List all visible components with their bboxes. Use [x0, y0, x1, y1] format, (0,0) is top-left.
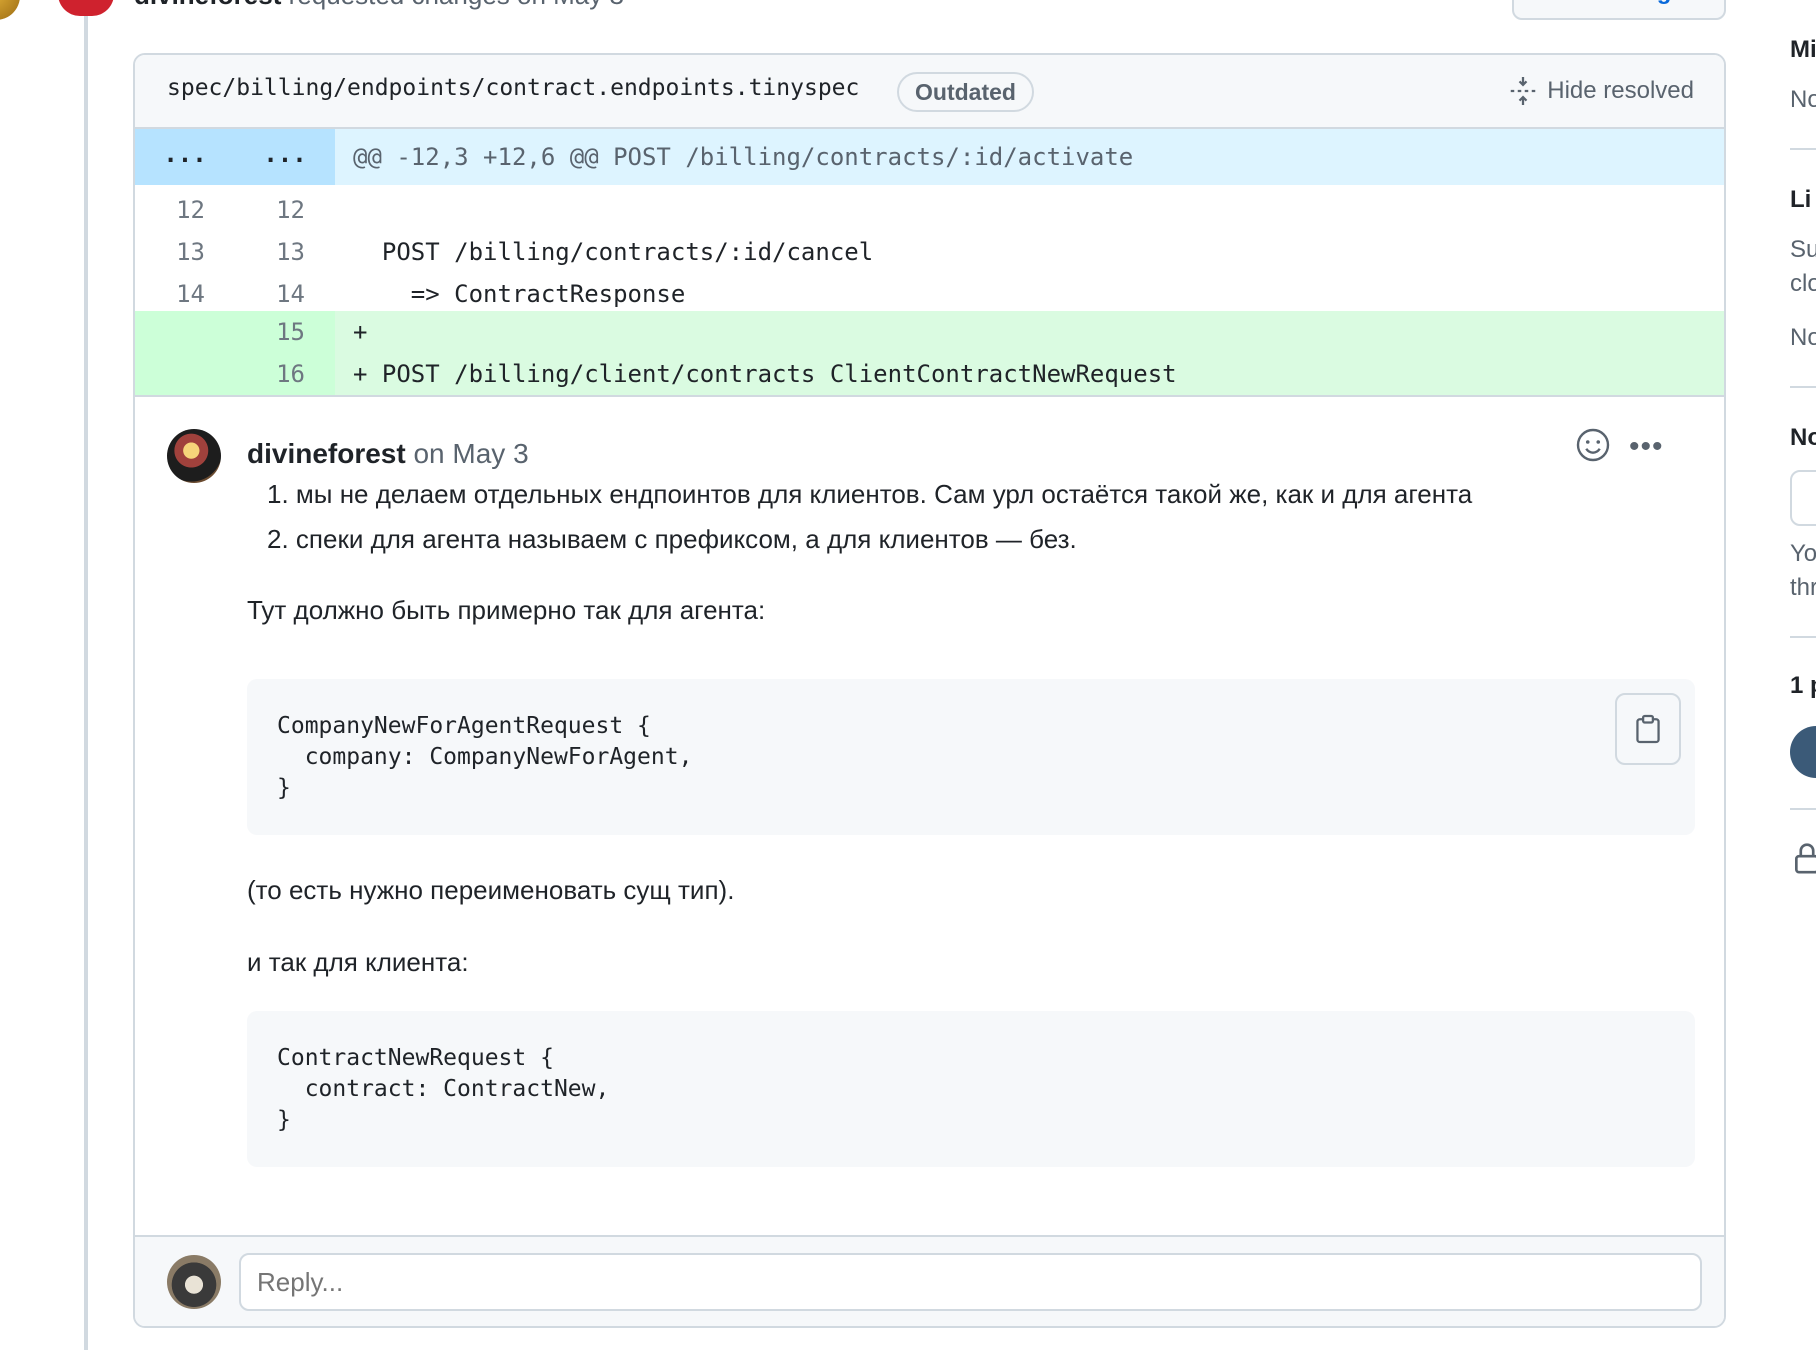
old-line-number[interactable]: 13: [135, 231, 235, 273]
current-user-avatar: [167, 1255, 221, 1309]
new-line-number[interactable]: 13: [235, 231, 335, 273]
divider: [1790, 636, 1816, 638]
timeline-line: [84, 0, 88, 1350]
paragraph: (то есть нужно переименовать сущ тип).: [247, 875, 735, 905]
expand-up-button[interactable]: ...: [135, 129, 235, 185]
file-header: spec/billing/endpoints/contract.endpoint…: [135, 55, 1724, 129]
review-event-text: divineforest requested changes on May 3: [134, 0, 624, 11]
event-action: requested changes on May 3: [289, 0, 624, 10]
divider: [1790, 148, 1816, 150]
comment-author-avatar[interactable]: [167, 429, 221, 483]
divider: [1790, 386, 1816, 388]
new-line-number[interactable]: 14: [235, 273, 335, 315]
file-path[interactable]: spec/billing/endpoints/contract.endpoint…: [167, 75, 859, 101]
old-line-number[interactable]: 14: [135, 273, 235, 315]
sidebar-text: No: [1790, 324, 1816, 351]
sidebar-text: clo: [1790, 270, 1816, 297]
add-reaction-icon[interactable]: [1575, 427, 1611, 463]
hide-resolved-button[interactable]: Hide resolved: [1509, 71, 1694, 111]
sidebar-text: thr: [1790, 574, 1816, 601]
expand-down-button[interactable]: ...: [235, 129, 335, 185]
diff-line: 14 14 => ContractResponse: [135, 273, 1724, 315]
code-block: ContractNewRequest { contract: ContractN…: [247, 1011, 1695, 1167]
divider: [1790, 808, 1816, 810]
clipboard-icon: [1636, 714, 1660, 744]
review-thread: spec/billing/endpoints/contract.endpoint…: [133, 53, 1726, 1328]
diff-line-added: 16 + POST /billing/client/contracts Clie…: [135, 353, 1724, 395]
sidebar-text: No: [1790, 86, 1816, 113]
sidebar-text: Su: [1790, 236, 1816, 263]
sidebar-heading: No: [1790, 424, 1816, 451]
diff-hunk-header: ... ... @@ -12,3 +12,6 @@ POST /billing/…: [135, 129, 1724, 185]
line-code: => ContractResponse: [353, 280, 686, 308]
hunk-text: @@ -12,3 +12,6 @@ POST /billing/contract…: [335, 129, 1724, 185]
avatar[interactable]: [0, 0, 20, 20]
old-line-number: [135, 311, 235, 353]
sidebar-heading: 1 p: [1790, 672, 1816, 699]
diff-line: 13 13 POST /billing/contracts/:id/cancel: [135, 231, 1724, 273]
reply-area: [135, 1235, 1724, 1326]
new-line-number[interactable]: 16: [235, 353, 335, 395]
sidebar-text: Yo: [1790, 540, 1816, 567]
paragraph: Тут должно быть примерно так для агента:: [247, 595, 766, 625]
sidebar-heading: Mi: [1790, 36, 1816, 63]
lock-icon[interactable]: [1792, 842, 1816, 874]
paragraph: и так для клиента:: [247, 947, 469, 977]
line-code: [335, 189, 1724, 231]
code-content: CompanyNewForAgentRequest { company: Com…: [277, 713, 693, 801]
line-code: POST /billing/contracts/:id/cancel: [353, 238, 874, 266]
comment-date[interactable]: on May 3: [413, 438, 528, 469]
diff-line-added: 15 +: [135, 311, 1724, 353]
list-item: 1. мы не делаем отдельных ендпоинтов для…: [267, 479, 1473, 509]
comment-author[interactable]: divineforest: [247, 438, 406, 469]
old-line-number: [135, 353, 235, 395]
fold-icon: [1511, 77, 1536, 105]
right-sidebar: Mi No Li Su clo No No Yo thr 1 p: [1790, 0, 1816, 1350]
diff-line: 12 12: [135, 189, 1724, 231]
request-changes-icon: [58, 0, 114, 16]
divider: [135, 395, 1724, 397]
comment-header: divineforest on May 3: [247, 438, 529, 470]
more-options-icon[interactable]: •••: [1629, 432, 1669, 471]
new-line-number[interactable]: 12: [235, 189, 335, 231]
hide-resolved-label: Hide resolved: [1547, 77, 1694, 104]
event-author[interactable]: divineforest: [134, 0, 281, 10]
list-item: 2. спеки для агента называем с префиксом…: [267, 524, 1077, 554]
participant-avatar[interactable]: [1790, 726, 1816, 778]
line-code: +: [353, 318, 368, 346]
code-content: ContractNewRequest { contract: ContractN…: [277, 1045, 610, 1133]
notification-button[interactable]: [1790, 470, 1816, 526]
reply-input[interactable]: [239, 1253, 1702, 1311]
line-code: + POST /billing/client/contracts ClientC…: [353, 360, 1177, 388]
code-block: CompanyNewForAgentRequest { company: Com…: [247, 679, 1695, 835]
outdated-badge: Outdated: [897, 72, 1034, 112]
new-line-number[interactable]: 15: [235, 311, 335, 353]
sidebar-heading: Li: [1790, 186, 1812, 213]
old-line-number[interactable]: 12: [135, 189, 235, 231]
view-changes-button[interactable]: View changes: [1512, 0, 1726, 20]
copy-button[interactable]: [1615, 693, 1681, 765]
